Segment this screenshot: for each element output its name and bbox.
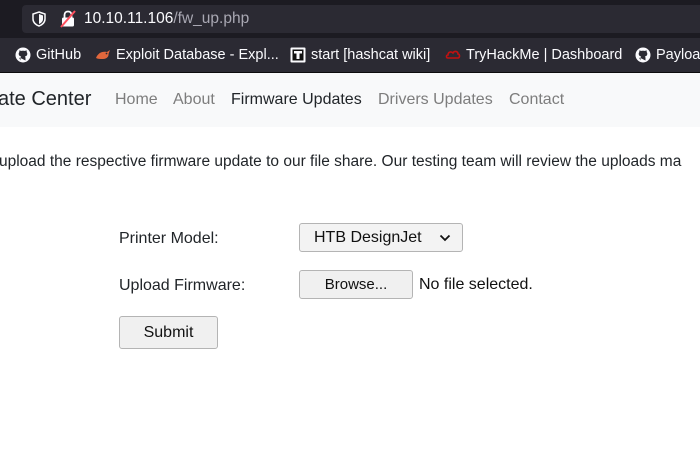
chevron-down-icon	[439, 234, 451, 242]
submit-button[interactable]: Submit	[119, 316, 218, 349]
hashcat-icon	[290, 47, 306, 63]
printer-model-label: Printer Model:	[119, 230, 219, 247]
bookmark-label: TryHackMe | Dashboard	[466, 47, 623, 63]
file-status-text: No file selected.	[419, 276, 533, 293]
exploit-db-icon	[96, 50, 110, 59]
site-brand[interactable]: ate Center	[0, 88, 91, 111]
url-text[interactable]: 10.10.11.106/fw_up.php	[84, 10, 249, 28]
bookmark-label: GitHub	[36, 47, 82, 63]
bookmark-label: start [hashcat wiki]	[311, 47, 431, 63]
bookmark-exploit-database[interactable]: Exploit Database - Expl...	[95, 46, 279, 64]
site-navbar: ate Center Home About Firmware Updates D…	[0, 73, 700, 127]
printer-model-select[interactable]: HTB DesignJet	[299, 223, 463, 252]
url-path: /fw_up.php	[173, 10, 250, 27]
nav-about[interactable]: About	[173, 91, 215, 109]
nav-home[interactable]: Home	[115, 91, 158, 109]
bookmark-label: Exploit Database - Expl...	[116, 47, 279, 63]
browser-url-bar: 10.10.11.106/fw_up.php	[0, 0, 700, 38]
github-icon	[635, 47, 651, 63]
intro-text: upload the respective firmware update to…	[0, 153, 682, 170]
bookmark-hashcat-wiki[interactable]: start [hashcat wiki]	[290, 46, 430, 64]
nav-firmware-updates[interactable]: Firmware Updates	[231, 91, 362, 109]
bookmark-payloads[interactable]: Payloa	[635, 46, 700, 64]
url-host: 10.10.11.106	[84, 10, 174, 27]
printer-model-value: HTB DesignJet	[314, 229, 422, 246]
nav-drivers-updates[interactable]: Drivers Updates	[378, 91, 493, 109]
tracking-shield-icon[interactable]	[32, 11, 46, 27]
insecure-lock-icon[interactable]	[60, 10, 76, 28]
bookmarks-bar: GitHub Exploit Database - Expl... start …	[0, 38, 700, 73]
bookmark-label: Payloa	[656, 47, 700, 63]
nav-contact[interactable]: Contact	[509, 91, 564, 109]
upload-firmware-label: Upload Firmware:	[119, 277, 246, 294]
github-icon	[15, 47, 31, 63]
tryhackme-icon	[445, 50, 461, 59]
bookmark-github[interactable]: GitHub	[15, 46, 81, 64]
browse-button[interactable]: Browse...	[299, 270, 413, 299]
bookmark-tryhackme[interactable]: TryHackMe | Dashboard	[445, 46, 622, 64]
